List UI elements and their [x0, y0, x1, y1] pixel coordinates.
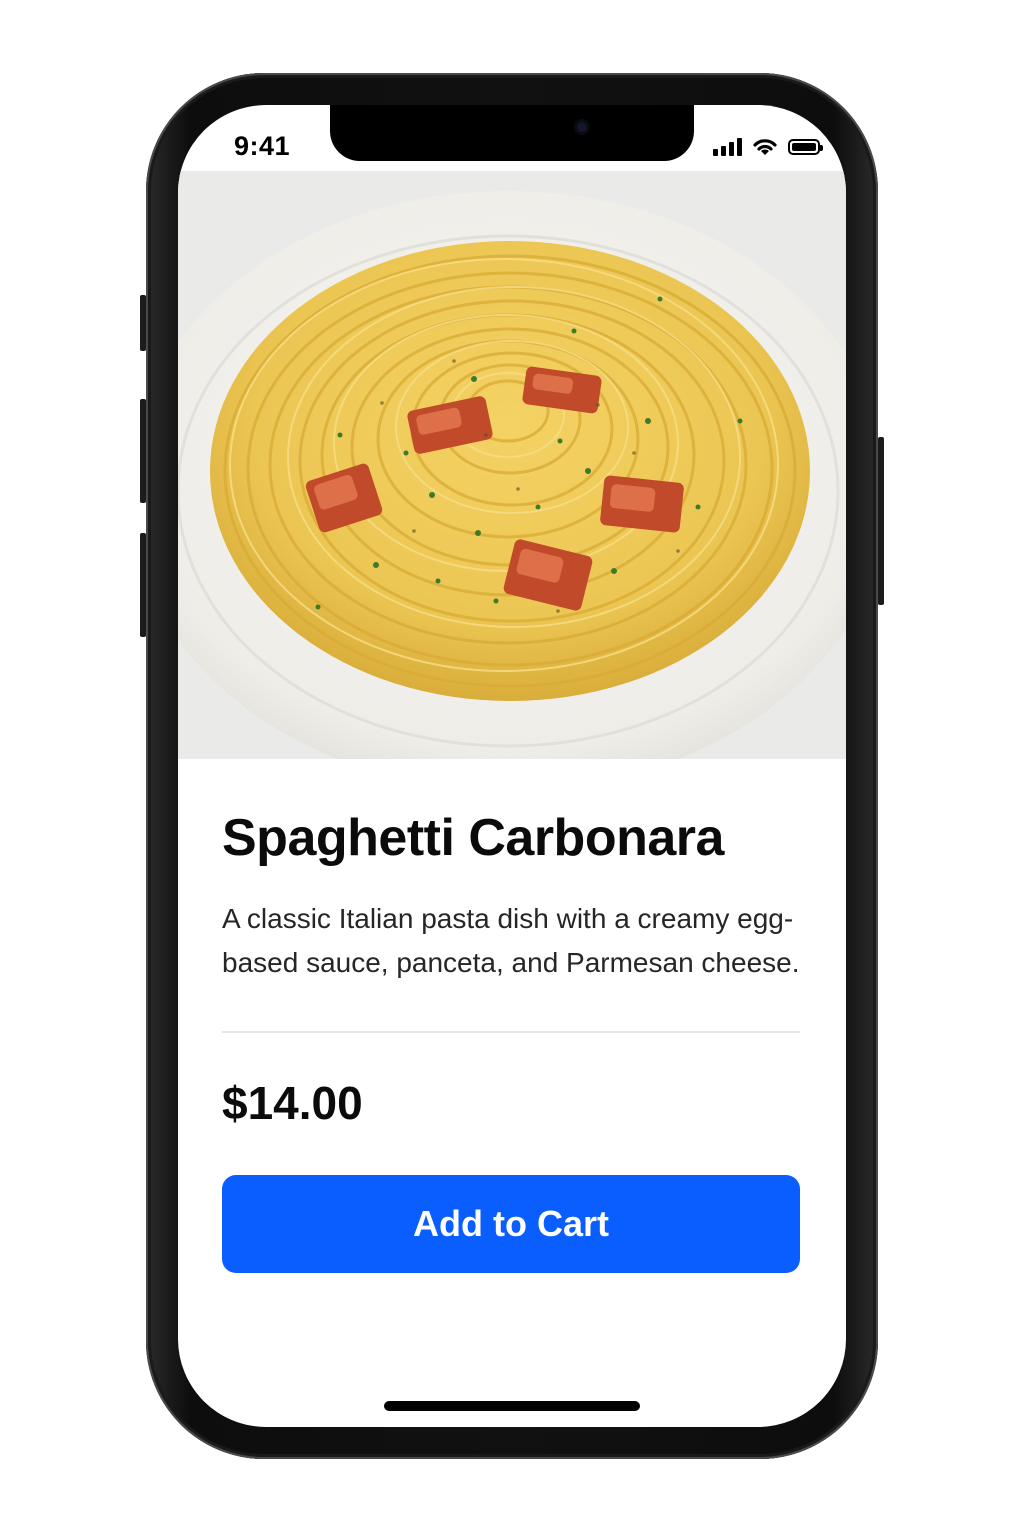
product-title: Spaghetti Carbonara [222, 809, 724, 867]
status-icons [713, 137, 823, 157]
product-image [178, 171, 846, 759]
battery-icon [788, 139, 823, 155]
home-indicator[interactable] [384, 1401, 640, 1411]
divider [222, 1031, 800, 1033]
cellular-signal-icon [713, 138, 742, 156]
product-price: $14.00 [222, 1077, 363, 1129]
product-details: Spaghetti Carbonara A classic Italian pa… [222, 807, 802, 1273]
status-time: 9:41 [234, 131, 291, 161]
volume-down-button [140, 533, 146, 637]
screen: 9:41 Spaghetti Carbonara A classic Itali… [178, 105, 846, 1427]
front-camera [574, 119, 590, 135]
phone-frame: 9:41 Spaghetti Carbonara A classic Itali… [140, 73, 884, 1459]
wifi-icon [753, 139, 777, 155]
volume-up-button [140, 399, 146, 503]
power-button [878, 437, 884, 605]
silent-switch [140, 295, 146, 351]
notch [330, 105, 694, 161]
add-to-cart-button[interactable]: Add to Cart [222, 1175, 800, 1273]
spaghetti-carbonara-photo [178, 171, 846, 759]
product-description: A classic Italian pasta dish with a crea… [222, 903, 800, 978]
